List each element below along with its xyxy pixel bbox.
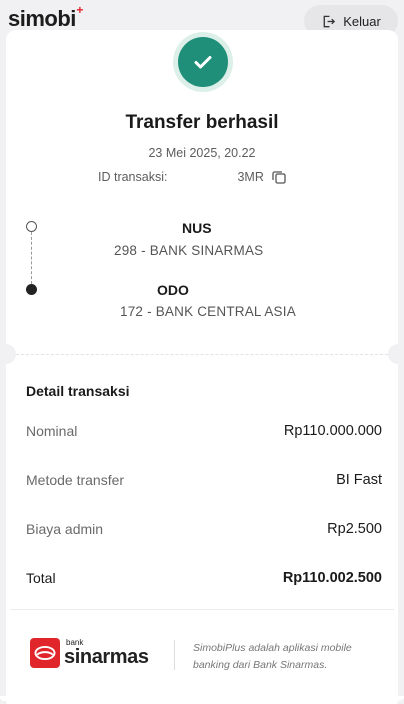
result-title: Transfer berhasil <box>125 112 279 133</box>
logout-label: Keluar <box>343 13 381 29</box>
app-logo-text: simobi <box>8 6 76 31</box>
nominal-label: Nominal <box>26 423 78 439</box>
footer-divider <box>10 609 394 610</box>
logout-icon <box>323 15 336 27</box>
admin-fee-label: Biaya admin <box>26 521 104 537</box>
nominal-value: Rp110.000.000 <box>283 423 382 439</box>
total-value: Rp110.002.500 <box>282 570 382 586</box>
admin-fee-value: Rp2.500 <box>327 521 382 537</box>
transaction-id: ID transaksi: 3MR <box>98 168 288 186</box>
receiver-name: ODO <box>157 282 189 298</box>
receipt-scalloped-edge <box>0 696 404 701</box>
transaction-id-label: ID transaksi: <box>98 170 168 184</box>
ticket-notch-right <box>388 344 404 364</box>
app-logo-plus: + <box>76 3 83 17</box>
receiver-bank: 172 - BANK CENTRAL ASIA <box>120 304 296 319</box>
bank-logo-big-text: sinarmas <box>64 646 149 668</box>
bank-sinarmas-logo: bank sinarmas <box>30 638 149 668</box>
sinarmas-mark-icon <box>30 638 60 668</box>
transfer-method-value: BI Fast <box>336 472 382 488</box>
copy-icon[interactable] <box>270 168 288 186</box>
app-logo: simobi + <box>8 3 83 32</box>
transaction-id-value: 3MR <box>237 170 264 184</box>
receiver-marker <box>26 284 37 295</box>
sender-name: NUS <box>182 220 212 236</box>
route-connector <box>31 232 32 284</box>
transfer-method-label: Metode transfer <box>26 472 125 488</box>
success-badge <box>173 32 233 92</box>
footer-tagline: SimobiPlus adalah aplikasi mobile bankin… <box>193 642 352 671</box>
sender-marker <box>26 221 37 232</box>
transaction-datetime: 23 Mei 2025, 20.22 <box>148 146 256 160</box>
sender-bank: 298 - BANK SINARMAS <box>114 243 264 258</box>
checkmark-icon <box>194 56 212 69</box>
total-label: Total <box>26 570 56 586</box>
details-title: Detail transaksi <box>26 383 130 399</box>
ticket-divider <box>16 354 388 355</box>
footer-separator <box>174 640 175 670</box>
